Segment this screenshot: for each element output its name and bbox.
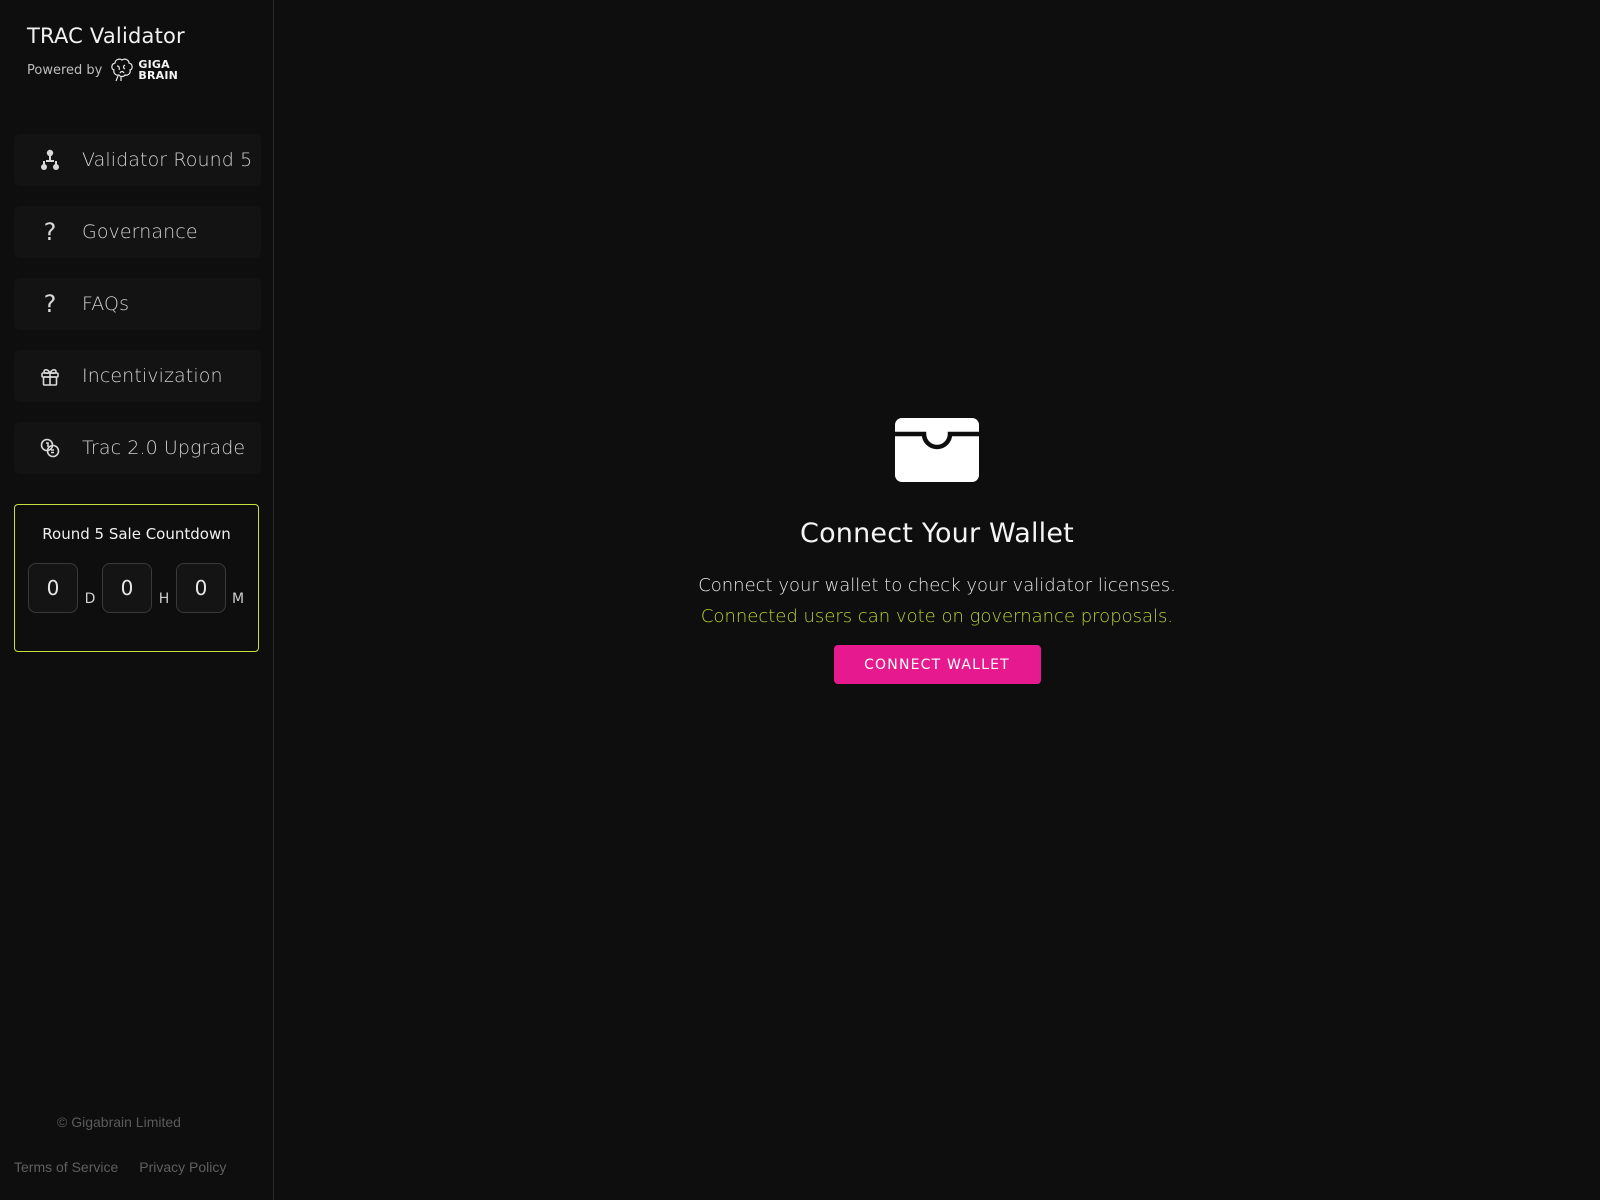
copyright-text: © Gigabrain Limited bbox=[57, 1114, 181, 1130]
sidebar-item-label: Incentivization bbox=[82, 365, 223, 387]
sidebar-item-label: Trac 2.0 Upgrade bbox=[82, 437, 246, 459]
question-icon: ? bbox=[43, 290, 57, 318]
powered-by: Powered by GIGA BRAIN bbox=[27, 56, 185, 84]
connect-wallet-button[interactable]: CONNECT WALLET bbox=[833, 645, 1041, 684]
countdown-minutes: 0 bbox=[176, 563, 226, 613]
question-icon: ? bbox=[43, 218, 57, 246]
sidebar-item-label: Validator Round 5 bbox=[82, 149, 253, 171]
countdown-hours: 0 bbox=[102, 563, 152, 613]
countdown-days-unit: D bbox=[84, 591, 96, 607]
privacy-policy-link[interactable]: Privacy Policy bbox=[139, 1159, 226, 1175]
coins-icon bbox=[38, 436, 62, 460]
brain-icon bbox=[111, 58, 134, 82]
main-content: Connect Your Wallet Connect your wallet … bbox=[274, 0, 1600, 1200]
app-title: TRAC Validator bbox=[27, 24, 185, 48]
countdown-minutes-unit: M bbox=[232, 591, 245, 607]
network-icon bbox=[38, 148, 62, 172]
sidebar-nav: Validator Round 5 ? Governance ? FAQs In… bbox=[14, 134, 261, 494]
countdown-days: 0 bbox=[28, 563, 78, 613]
connect-wallet-card: Connect Your Wallet Connect your wallet … bbox=[274, 418, 1600, 684]
powered-by-label: Powered by bbox=[27, 62, 103, 78]
connect-wallet-description: Connect your wallet to check your valida… bbox=[698, 575, 1176, 596]
legal-links: Terms of Service Privacy Policy bbox=[14, 1159, 226, 1175]
connect-wallet-title: Connect Your Wallet bbox=[800, 518, 1074, 549]
wallet-icon bbox=[895, 418, 979, 482]
sidebar-item-trac-upgrade[interactable]: Trac 2.0 Upgrade bbox=[14, 422, 261, 474]
app-root: TRAC Validator Powered by GIGA BRAIN Val… bbox=[0, 0, 1600, 1200]
sidebar-item-governance[interactable]: ? Governance bbox=[14, 206, 261, 258]
countdown-hours-unit: H bbox=[158, 591, 170, 607]
governance-note: Connected users can vote on governance p… bbox=[700, 606, 1174, 627]
gift-icon bbox=[38, 364, 62, 388]
sidebar-item-label: FAQs bbox=[82, 293, 130, 315]
brand: TRAC Validator Powered by GIGA BRAIN bbox=[27, 22, 185, 84]
terms-of-service-link[interactable]: Terms of Service bbox=[14, 1159, 118, 1175]
sidebar-item-validator-round[interactable]: Validator Round 5 bbox=[14, 134, 261, 186]
logo-line-2: BRAIN bbox=[138, 69, 179, 82]
sale-countdown-panel: Round 5 Sale Countdown 0 D 0 H 0 M bbox=[14, 504, 259, 652]
sidebar: TRAC Validator Powered by GIGA BRAIN Val… bbox=[0, 0, 274, 1200]
sidebar-item-faqs[interactable]: ? FAQs bbox=[14, 278, 261, 330]
gigabrain-logo[interactable]: GIGA BRAIN bbox=[108, 56, 178, 84]
sidebar-item-incentivization[interactable]: Incentivization bbox=[14, 350, 261, 402]
gigabrain-wordmark: GIGA BRAIN bbox=[138, 59, 178, 81]
sidebar-item-label: Governance bbox=[82, 221, 198, 243]
countdown-title: Round 5 Sale Countdown bbox=[42, 525, 231, 543]
countdown-row: 0 D 0 H 0 M bbox=[15, 563, 258, 613]
